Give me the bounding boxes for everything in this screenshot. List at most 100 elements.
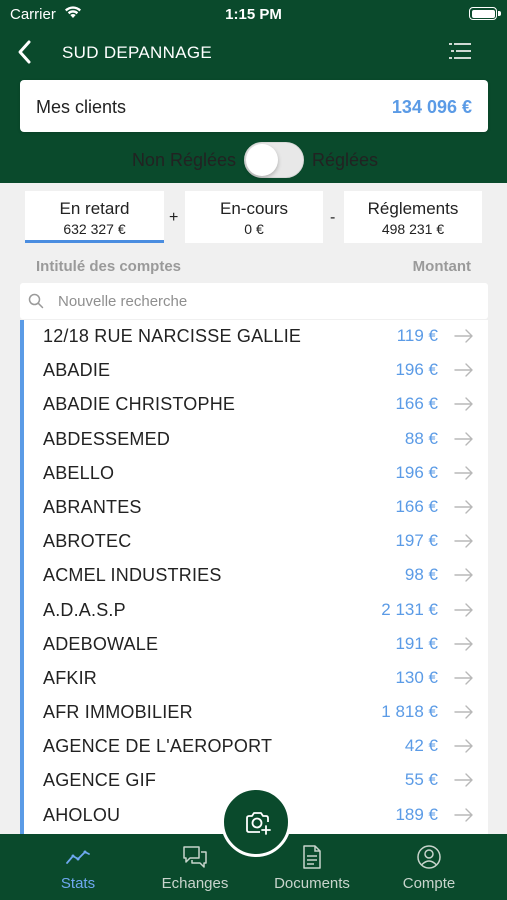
- nav-bar: SUD DEPANNAGE: [0, 32, 507, 72]
- client-name: ABELLO: [43, 462, 115, 483]
- client-row[interactable]: ABELLO 196 €: [24, 457, 488, 491]
- client-row[interactable]: AGENCE DE L'AEROPORT 42 €: [24, 730, 488, 764]
- client-amount: 88 €: [404, 428, 438, 448]
- minus-operator: -: [330, 209, 336, 226]
- client-amount: 191 €: [395, 633, 438, 653]
- client-name: ACMEL INDUSTRIES: [43, 565, 222, 586]
- tab-en-cours[interactable]: En-cours 0 €: [185, 191, 323, 243]
- tab-reglements[interactable]: Réglements 498 231 €: [344, 191, 482, 243]
- search-bar: [20, 283, 488, 319]
- column-header-name: Intitulé des comptes: [36, 258, 182, 275]
- client-row[interactable]: ABROTEC 197 €: [24, 525, 488, 559]
- client-name: ABADIE: [43, 360, 111, 381]
- client-amount: 119 €: [396, 326, 438, 345]
- client-amount: 55 €: [404, 770, 438, 790]
- client-name: ABRANTES: [43, 496, 142, 517]
- tabbar-label: Documents: [274, 875, 350, 892]
- toggle-label-unsettled: Non Réglées: [131, 150, 236, 170]
- client-amount: 42 €: [404, 736, 438, 756]
- client-amount: 196 €: [395, 360, 438, 380]
- camera-add-icon: [246, 812, 271, 835]
- tabbar-label: Compte: [402, 875, 456, 892]
- client-name: AHOLOU: [43, 804, 121, 825]
- client-name: ADEBOWALE: [43, 633, 159, 654]
- client-name: ABROTEC: [43, 531, 132, 552]
- arrow-right-icon: [454, 534, 473, 548]
- list-headers: Intitulé des comptes Montant: [0, 258, 507, 278]
- clock: 1:15 PM: [225, 6, 282, 23]
- client-name: ABDESSEMED: [43, 428, 171, 449]
- arrow-right-icon: [454, 739, 473, 753]
- arrow-right-icon: [454, 500, 473, 514]
- tab-label: Réglements: [367, 199, 459, 218]
- client-row[interactable]: AFR IMMOBILIER 1 818 €: [24, 696, 488, 730]
- arrow-right-icon: [454, 397, 473, 412]
- tab-en-retard[interactable]: En retard 632 327 €: [25, 191, 164, 243]
- client-row[interactable]: ABRANTES 166 €: [24, 491, 488, 525]
- account-icon: [417, 845, 441, 869]
- client-amount: 98 €: [404, 565, 438, 585]
- client-row[interactable]: ACMEL INDUSTRIES 98 €: [24, 559, 488, 593]
- client-amount: 196 €: [395, 462, 438, 482]
- arrow-right-icon: [454, 636, 473, 651]
- client-amount: 166 €: [395, 496, 438, 516]
- client-name: AGENCE DE L'AEROPORT: [43, 736, 273, 757]
- client-row[interactable]: ABDESSEMED 88 €: [24, 423, 488, 457]
- arrow-right-icon: [454, 363, 473, 377]
- client-row[interactable]: ABADIE 196 €: [24, 354, 488, 388]
- battery-tip: [498, 11, 501, 16]
- arrow-right-icon: [454, 773, 473, 788]
- tabbar-label: Stats: [60, 875, 96, 892]
- arrow-right-icon: [454, 602, 473, 617]
- client-row[interactable]: ADEBOWALE 191 €: [24, 628, 488, 662]
- tab-value: 498 231 €: [381, 221, 445, 237]
- arrow-right-icon: [454, 671, 473, 685]
- search-input[interactable]: [58, 283, 478, 319]
- tabbar-item-stats[interactable]: Stats: [35, 834, 121, 900]
- menu-list-icon[interactable]: [449, 42, 471, 60]
- toggle-knob: [246, 144, 278, 176]
- toggle-label-settled: Réglées: [312, 150, 379, 170]
- client-row[interactable]: A.D.A.S.P 2 131 €: [24, 594, 488, 628]
- stats-icon: [66, 850, 90, 864]
- page-title: SUD DEPANNAGE: [62, 43, 213, 62]
- arrow-right-icon: [454, 329, 473, 343]
- client-name: AFR IMMOBILIER: [43, 702, 193, 723]
- settled-toggle[interactable]: [244, 142, 304, 178]
- back-chevron-icon[interactable]: [14, 38, 36, 66]
- client-list[interactable]: 12/18 RUE NARCISSE GALLIE 119 € ABADIE 196 …: [20, 320, 488, 834]
- client-row[interactable]: AFKIR 130 €: [24, 662, 488, 696]
- client-name: 12/18 RUE NARCISSE GALLIE: [43, 326, 302, 346]
- client-amount: 189 €: [395, 804, 438, 824]
- client-row[interactable]: ABADIE CHRISTOPHE 166 €: [24, 388, 488, 422]
- summary-card: Mes clients 134 096 €: [20, 80, 488, 132]
- arrow-right-icon: [454, 568, 473, 583]
- client-name: AGENCE GIF: [43, 770, 157, 791]
- arrow-right-icon: [454, 807, 473, 822]
- summary-label: Mes clients: [36, 97, 127, 117]
- column-header-amount: Montant: [412, 258, 471, 275]
- plus-operator: +: [169, 209, 179, 226]
- tabbar-item-echanges[interactable]: Echanges: [152, 834, 238, 900]
- client-amount: 2 131 €: [381, 599, 438, 619]
- tab-label: En-cours: [219, 199, 289, 218]
- arrow-right-icon: [454, 466, 473, 480]
- arrow-right-icon: [454, 705, 473, 719]
- tab-value: 0 €: [244, 221, 264, 237]
- document-icon: [303, 845, 321, 869]
- tab-label: En retard: [59, 199, 130, 218]
- client-amount: 197 €: [395, 531, 438, 551]
- client-amount: 1 818 €: [381, 702, 438, 722]
- client-name: ABADIE CHRISTOPHE: [43, 394, 236, 415]
- camera-fab-button[interactable]: [221, 787, 291, 857]
- tabbar-label: Echanges: [161, 875, 229, 892]
- summary-amount: 134 096 €: [391, 97, 472, 117]
- chat-icon: [183, 846, 207, 868]
- tabbar-item-compte[interactable]: Compte: [386, 834, 472, 900]
- status-bar: Carrier 1:15 PM: [0, 0, 507, 28]
- client-amount: 166 €: [395, 394, 438, 414]
- settled-filter: Non Réglées Réglées: [0, 140, 507, 180]
- tab-value: 632 327 €: [63, 221, 126, 237]
- search-icon: [28, 293, 44, 309]
- client-row[interactable]: 12/18 RUE NARCISSE GALLIE 119 €: [24, 320, 488, 354]
